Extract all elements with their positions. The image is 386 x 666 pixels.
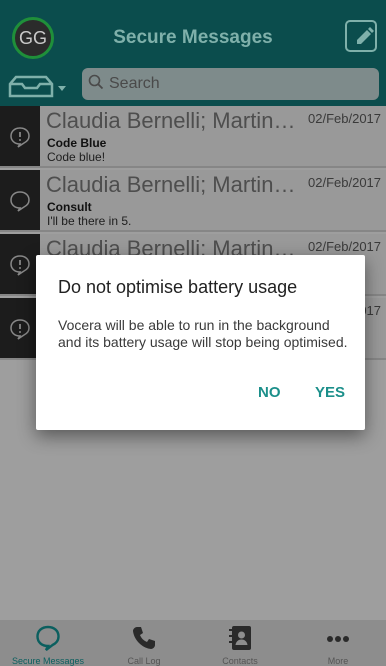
chat-icon xyxy=(36,625,60,651)
tab-contacts[interactable]: Contacts xyxy=(192,620,288,666)
pencil-icon xyxy=(357,27,374,44)
message-date: 02/Feb/2017 xyxy=(308,111,382,126)
tab-label: Contacts xyxy=(222,656,258,666)
message-status xyxy=(0,298,40,358)
message-status xyxy=(0,234,40,294)
message-status xyxy=(0,170,40,230)
search-placeholder: Search xyxy=(109,75,160,92)
message-subject: Consult xyxy=(47,200,92,214)
tab-label: Call Log xyxy=(127,656,161,666)
inbox-filter-icon[interactable] xyxy=(6,74,68,98)
battery-optimisation-dialog: Do not optimise battery usage Vocera wil… xyxy=(36,255,365,430)
search-icon xyxy=(88,74,104,94)
contacts-icon xyxy=(229,626,251,650)
message-status xyxy=(0,106,40,166)
chat-bubble-icon xyxy=(10,191,30,212)
tab-label: Secure Messages xyxy=(11,656,85,666)
message-date: 02/Feb/2017 xyxy=(308,239,382,254)
message-preview: Code blue! xyxy=(47,150,106,164)
yes-button[interactable]: YES xyxy=(315,384,345,401)
alert-bubble-icon xyxy=(10,127,30,148)
phone-icon xyxy=(133,627,155,649)
message-sender: Claudia Bernelli; Martin C... xyxy=(46,108,301,133)
toolbar: Search xyxy=(0,64,386,106)
message-preview: I'll be there in 5. xyxy=(47,214,132,228)
message-sender: Claudia Bernelli; Martin C... xyxy=(46,172,301,197)
page-title: Secure Messages xyxy=(113,27,273,48)
tab-secure-messages[interactable]: Secure Messages xyxy=(0,620,96,666)
message-row[interactable]: Claudia Bernelli; Martin C... 02/Feb/201… xyxy=(0,170,386,232)
compose-button[interactable] xyxy=(345,20,377,52)
header-bar: GG Secure Messages xyxy=(0,0,386,64)
tab-call-log[interactable]: Call Log xyxy=(96,620,192,666)
app: GG Secure Messages Search Claudia Bernel… xyxy=(0,0,386,666)
message-date: 02/Feb/2017 xyxy=(308,175,382,190)
tab-label: More xyxy=(327,656,349,666)
alert-bubble-icon xyxy=(10,255,30,276)
tab-more[interactable]: More xyxy=(290,620,386,666)
search-input[interactable]: Search xyxy=(82,68,379,100)
more-icon xyxy=(327,636,349,642)
message-subject: Code Blue xyxy=(47,136,107,150)
alert-bubble-icon xyxy=(10,319,30,340)
no-button[interactable]: NO xyxy=(258,384,281,401)
bottom-nav: Secure Messages Call Log Contacts More xyxy=(0,620,386,666)
dialog-message: Vocera will be able to run in the backgr… xyxy=(58,317,348,350)
message-row[interactable]: Claudia Bernelli; Martin C... 02/Feb/201… xyxy=(0,106,386,168)
dialog-title: Do not optimise battery usage xyxy=(58,277,298,297)
